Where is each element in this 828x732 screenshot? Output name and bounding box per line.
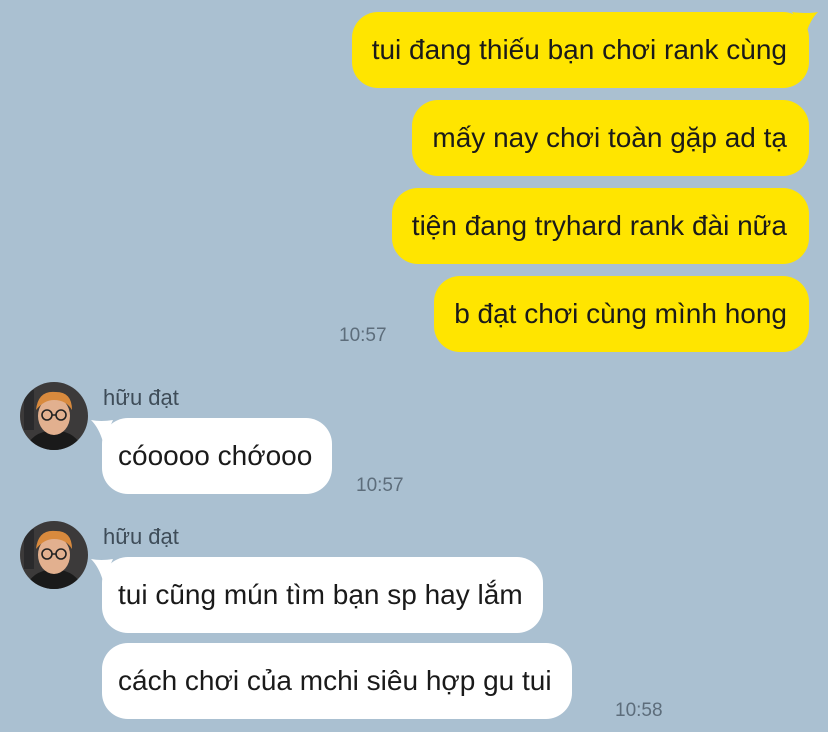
sender-name: hữu đạt	[103, 385, 179, 410]
message-timestamp: 10:58	[615, 700, 663, 721]
incoming-message[interactable]: cách chơi của mchi siêu hợp gu tui	[102, 643, 572, 719]
user-avatar-icon	[20, 382, 88, 450]
sender-avatar[interactable]	[20, 521, 88, 589]
user-avatar-icon	[20, 521, 88, 589]
message-timestamp: 10:57	[339, 325, 387, 346]
sender-avatar[interactable]	[20, 382, 88, 450]
outgoing-message[interactable]: mấy nay chơi toàn gặp ad tạ	[412, 100, 809, 176]
sender-name: hữu đạt	[103, 524, 179, 549]
message-timestamp: 10:57	[356, 475, 404, 496]
incoming-message[interactable]: tui cũng mún tìm bạn sp hay lắm	[102, 557, 543, 633]
outgoing-message[interactable]: b đạt chơi cùng mình hong	[434, 276, 809, 352]
outgoing-message[interactable]: tui đang thiếu bạn chơi rank cùng	[351, 12, 809, 88]
incoming-message[interactable]: cóoooo chớooo	[102, 418, 333, 494]
outgoing-message[interactable]: tiện đang tryhard rank đài nữa	[391, 188, 809, 264]
